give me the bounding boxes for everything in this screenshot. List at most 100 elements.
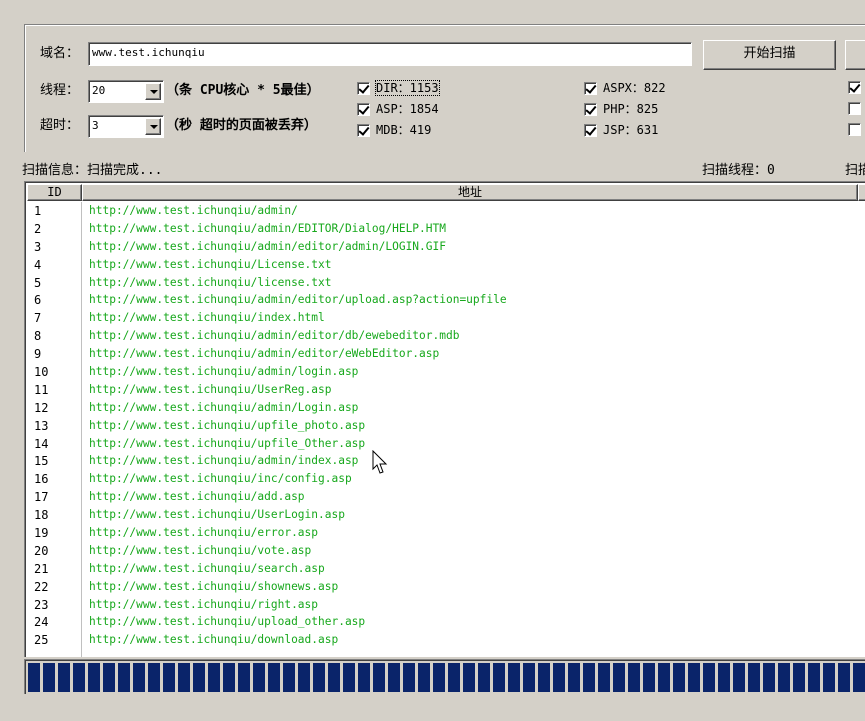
scan-threads-status: 扫描线程：0 [702,163,775,178]
chevron-down-icon[interactable] [145,83,161,100]
row-url: http://www.test.ichunqiu/admin/editor/up… [89,293,507,307]
row-id: 7 [34,311,42,326]
threads-hint: （条 CPU核心 * 5最佳） [166,83,320,98]
row-id: 25 [34,633,49,648]
checkbox-extra-2[interactable] [848,102,865,115]
row-url: http://www.test.ichunqiu/add.asp [89,490,305,504]
checkbox-box[interactable] [357,102,370,116]
row-url: http://www.test.ichunqiu/index.html [89,311,325,325]
row-url: http://www.test.ichunqiu/right.asp [89,597,319,611]
table-row[interactable]: 18 http://www.test.ichunqiu/UserLogin.asp [27,506,865,524]
row-id: 15 [34,454,49,469]
results-rows: 1 http://www.test.ichunqiu/admin/2 http://… [27,202,865,649]
table-row[interactable]: 9 http://www.test.ichunqiu/admin/editor/e… [27,345,865,363]
table-row[interactable]: 19 http://www.test.ichunqiu/error.asp [27,524,865,542]
checkbox-extra-3[interactable] [848,123,865,136]
checkbox-dir[interactable]: DIR：1153 [357,80,440,96]
row-url: http://www.test.ichunqiu/UserReg.asp [89,382,332,396]
row-id: 5 [34,275,42,290]
row-url: http://www.test.ichunqiu/admin/Login.asp [89,400,359,414]
table-row[interactable]: 2 http://www.test.ichunqiu/admin/EDITOR/D… [27,220,865,238]
column-header-id[interactable]: ID [27,184,82,201]
table-row[interactable]: 21 http://www.test.ichunqiu/search.asp [27,560,865,578]
checkbox-label: JSP：631 [603,123,659,137]
row-id: 3 [34,239,42,254]
secondary-button[interactable] [845,40,865,70]
threads-select[interactable]: 20 [88,80,164,103]
column-header-url[interactable]: 地址 [82,184,858,201]
start-scan-button[interactable]: 开始扫描 [703,40,836,70]
row-url: http://www.test.ichunqiu/shownews.asp [89,579,339,593]
row-url: http://www.test.ichunqiu/admin/login.asp [89,365,359,379]
table-row[interactable]: 17 http://www.test.ichunqiu/add.asp [27,488,865,506]
table-row[interactable]: 10 http://www.test.ichunqiu/admin/login.a… [27,363,865,381]
domain-label: 域名： [40,46,80,61]
scan-progress-fill [28,663,865,692]
table-row[interactable]: 11 http://www.test.ichunqiu/UserReg.asp [27,381,865,399]
table-row[interactable]: 5 http://www.test.ichunqiu/license.txt [27,274,865,292]
checkbox-aspx[interactable]: ASPX：822 [584,81,666,95]
timeout-hint: （秒 超时的页面被丢弃） [166,118,317,133]
table-row[interactable]: 6 http://www.test.ichunqiu/admin/editor/u… [27,291,865,309]
checkbox-jsp[interactable]: JSP：631 [584,123,658,137]
timeout-select[interactable]: 3 [88,115,164,138]
table-row[interactable]: 13 http://www.test.ichunqiu/upfile_photo.… [27,417,865,435]
chevron-down-icon[interactable] [145,118,161,135]
timeout-label: 超时： [40,118,80,133]
row-id: 6 [34,293,42,308]
checkbox-box[interactable] [357,123,370,137]
row-id: 11 [34,382,49,397]
domain-input[interactable]: www.test.ichunqiu [88,42,692,66]
row-id: 23 [34,597,49,612]
table-row[interactable]: 1 http://www.test.ichunqiu/admin/ [27,202,865,220]
checkbox-box[interactable] [848,123,861,136]
mouse-cursor-icon [372,450,388,474]
scan-status-cut: 扫描 [845,163,865,178]
row-url: http://www.test.ichunqiu/admin/ [89,204,298,217]
table-row[interactable]: 7 http://www.test.ichunqiu/index.html [27,309,865,327]
row-url: http://www.test.ichunqiu/upload_other.as… [89,615,366,629]
checkbox-box[interactable] [584,102,597,116]
checkbox-box[interactable] [584,81,597,95]
checkbox-label: PHP：825 [603,102,659,116]
row-url: http://www.test.ichunqiu/License.txt [89,257,332,271]
scan-progress-bar [24,659,865,694]
row-url: http://www.test.ichunqiu/inc/config.asp [89,472,352,486]
table-row[interactable]: 3 http://www.test.ichunqiu/admin/editor/a… [27,238,865,256]
table-row[interactable]: 12 http://www.test.ichunqiu/admin/Login.a… [27,399,865,417]
results-list[interactable]: ID 地址 1 http://www.test.ichunqiu/admin/2 h… [24,181,865,657]
table-row[interactable]: 22 http://www.test.ichunqiu/shownews.asp [27,578,865,596]
table-row[interactable]: 14 http://www.test.ichunqiu/upfile_Other.… [27,435,865,453]
checkbox-asp[interactable]: ASP：1854 [357,102,439,116]
table-row[interactable]: 20 http://www.test.ichunqiu/vote.asp [27,542,865,560]
checkbox-php[interactable]: PHP：825 [584,102,658,116]
row-url: http://www.test.ichunqiu/UserLogin.asp [89,508,345,522]
row-url: http://www.test.ichunqiu/admin/editor/ad… [89,239,446,253]
checkbox-box[interactable] [584,123,597,137]
checkbox-box[interactable] [357,81,370,95]
table-row[interactable]: 25 http://www.test.ichunqiu/download.asp [27,631,865,649]
row-id: 13 [34,418,49,433]
table-row[interactable]: 16 http://www.test.ichunqiu/inc/config.as… [27,470,865,488]
threads-label: 线程： [40,83,80,98]
timeout-value: 3 [92,119,99,132]
table-row[interactable]: 15 http://www.test.ichunqiu/admin/index.a… [27,452,865,470]
checkbox-label: ASP：1854 [376,102,439,116]
threads-value: 20 [92,84,106,97]
row-id: 16 [34,472,49,487]
table-row[interactable]: 24 http://www.test.ichunqiu/upload_other.… [27,613,865,631]
checkbox-box[interactable] [848,81,861,94]
checkbox-label: ASPX：822 [603,81,666,95]
row-url: http://www.test.ichunqiu/license.txt [89,275,332,289]
table-row[interactable]: 4 http://www.test.ichunqiu/License.txt [27,256,865,274]
row-id: 22 [34,579,49,594]
checkbox-mdb[interactable]: MDB：419 [357,123,431,137]
row-id: 18 [34,508,49,523]
table-row[interactable]: 8 http://www.test.ichunqiu/admin/editor/d… [27,327,865,345]
table-row[interactable]: 23 http://www.test.ichunqiu/right.asp [27,596,865,614]
row-url: http://www.test.ichunqiu/upfile_photo.as… [89,418,366,432]
column-header-extra[interactable] [858,184,865,201]
checkbox-box[interactable] [848,102,861,115]
scan-info-status: 扫描信息：扫描完成... [22,163,163,178]
checkbox-extra-1[interactable] [848,81,865,94]
